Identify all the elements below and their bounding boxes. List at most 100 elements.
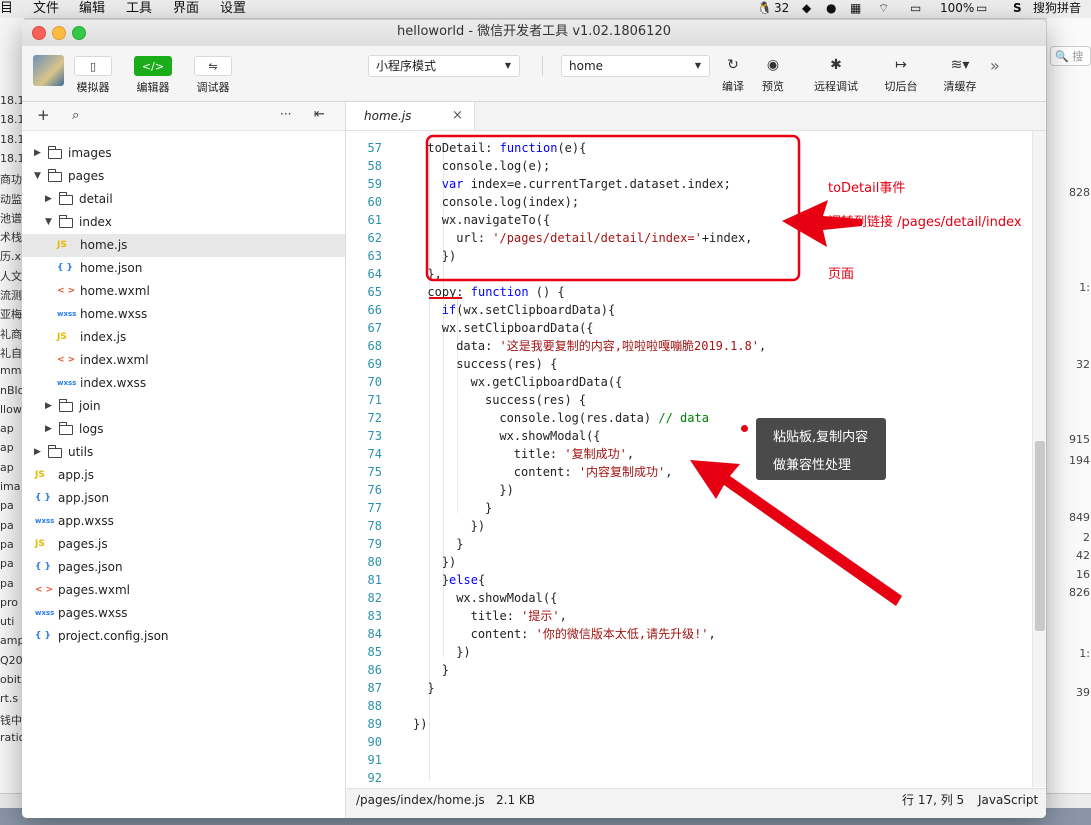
code-line[interactable]: success(res) {: [456, 355, 557, 373]
code-line[interactable]: wx.setClipboardData({: [442, 319, 594, 337]
compile-button[interactable]: ↻ 编译: [720, 54, 746, 94]
battery-icon[interactable]: ▭: [976, 0, 987, 17]
code-line[interactable]: toDetail: function(e){: [427, 139, 586, 157]
search-icon[interactable]: ⌕: [72, 108, 79, 123]
airplay-icon[interactable]: ▭: [910, 0, 921, 17]
preview-button[interactable]: ◉ 预览: [760, 54, 786, 94]
tree-item-detail[interactable]: ▶ detail: [22, 188, 345, 211]
code-line[interactable]: }: [456, 535, 463, 553]
mode-select[interactable]: 小程序模式 ▼: [368, 55, 520, 77]
sogou-icon[interactable]: S: [1013, 0, 1022, 17]
code-line[interactable]: console.log(index);: [442, 193, 579, 211]
debugger-button[interactable]: ⇋ 调试器: [193, 56, 233, 95]
ime-label[interactable]: 搜狗拼音: [1033, 0, 1081, 17]
editor-scrollbar[interactable]: [1032, 131, 1046, 787]
menu-settings[interactable]: 设置: [220, 0, 246, 17]
collapse-panel-icon[interactable]: ⇤: [314, 107, 325, 122]
code-line[interactable]: }: [485, 499, 492, 517]
code-line[interactable]: },: [427, 265, 441, 283]
tree-item-pages[interactable]: ▼ pages: [22, 165, 345, 188]
background-button[interactable]: ↦ 切后台: [882, 54, 920, 94]
tree-item-pages-json[interactable]: { } pages.json: [22, 556, 345, 579]
tree-item-project-config-json[interactable]: { } project.config.json: [22, 625, 345, 648]
tree-item-label: index.wxss: [80, 376, 147, 390]
code-line[interactable]: }else{: [442, 571, 485, 589]
keyboard-icon[interactable]: ▦: [850, 0, 861, 17]
code-line[interactable]: console.log(e);: [442, 157, 550, 175]
code-line[interactable]: if(wx.setClipboardData){: [442, 301, 615, 319]
tree-item-images[interactable]: ▶ images: [22, 142, 345, 165]
code-line[interactable]: content: '内容复制成功',: [514, 463, 673, 481]
code-line[interactable]: wx.showModal({: [499, 427, 600, 445]
tree-item-app-js[interactable]: JS app.js: [22, 464, 345, 487]
tree-item-home-json[interactable]: { } home.json: [22, 257, 345, 280]
avatar[interactable]: [33, 55, 64, 86]
status-position[interactable]: 行 17, 列 5: [902, 789, 964, 811]
code-line[interactable]: title: '提示',: [471, 607, 567, 625]
editor-button[interactable]: </> 编辑器: [133, 56, 173, 95]
code-line[interactable]: }): [456, 643, 470, 661]
code-line[interactable]: }): [499, 481, 513, 499]
code-line[interactable]: }: [427, 679, 434, 697]
scrollbar-thumb[interactable]: [1035, 441, 1045, 631]
tab-home-js[interactable]: home.js ×: [346, 102, 475, 130]
close-icon[interactable]: ×: [452, 102, 463, 130]
wifi-icon[interactable]: ⌔: [878, 0, 889, 17]
code-line[interactable]: wx.showModal({: [456, 589, 557, 607]
tree-item-join[interactable]: ▶ join: [22, 395, 345, 418]
chevron-down-icon[interactable]: ▼: [34, 165, 44, 188]
code-line[interactable]: wx.navigateTo({: [442, 211, 550, 229]
menu-view[interactable]: 界面: [173, 0, 199, 17]
tree-item-index-wxss[interactable]: wxss index.wxss: [22, 372, 345, 395]
code-line[interactable]: }): [442, 247, 456, 265]
code-line[interactable]: title: '复制成功',: [514, 445, 634, 463]
add-icon[interactable]: +: [37, 106, 50, 124]
tree-item-app-wxss[interactable]: wxss app.wxss: [22, 510, 345, 533]
qq-icon[interactable]: 🐧: [757, 0, 772, 17]
chevron-right-icon[interactable]: ▶: [45, 395, 55, 418]
code-line[interactable]: }): [442, 553, 456, 571]
more-options-icon[interactable]: ···: [280, 107, 291, 121]
tree-item-pages-wxss[interactable]: wxss pages.wxss: [22, 602, 345, 625]
menu-file[interactable]: 文件: [33, 0, 59, 17]
tree-item-home-wxss[interactable]: wxss home.wxss: [22, 303, 345, 326]
tree-item-pages-js[interactable]: JS pages.js: [22, 533, 345, 556]
elephant-icon[interactable]: ●: [826, 0, 836, 17]
chevron-right-icon[interactable]: ▶: [45, 188, 55, 211]
tree-item-logs[interactable]: ▶ logs: [22, 418, 345, 441]
tree-item-utils[interactable]: ▶ utils: [22, 441, 345, 464]
code-line[interactable]: }: [442, 661, 449, 679]
tree-item-index-js[interactable]: JS index.js: [22, 326, 345, 349]
chevron-down-icon[interactable]: ▼: [45, 211, 55, 234]
tree-item-app-json[interactable]: { } app.json: [22, 487, 345, 510]
remote-debug-button[interactable]: ✱ 远程调试: [811, 54, 861, 94]
code-line[interactable]: copy: function () {: [427, 283, 564, 301]
code-line[interactable]: }): [471, 517, 485, 535]
simulator-button[interactable]: ▯ 模拟器: [73, 56, 113, 95]
chevron-right-icon[interactable]: ▶: [45, 418, 55, 441]
tree-item-home-wxml[interactable]: < > home.wxml: [22, 280, 345, 303]
menu-item-0[interactable]: 目: [0, 0, 13, 17]
more-chevron-icon[interactable]: »: [990, 56, 1000, 75]
tree-item-pages-wxml[interactable]: < > pages.wxml: [22, 579, 345, 602]
menu-edit[interactable]: 编辑: [79, 0, 105, 17]
code-line[interactable]: success(res) {: [485, 391, 586, 409]
app-icon-1[interactable]: ◆: [802, 0, 811, 17]
tree-item-index-wxml[interactable]: < > index.wxml: [22, 349, 345, 372]
code-line[interactable]: content: '你的微信版本太低,请先升级!',: [471, 625, 716, 643]
code-line[interactable]: var index=e.currentTarget.dataset.index;: [442, 175, 731, 193]
page-select[interactable]: home ▼: [561, 55, 710, 77]
menu-tools[interactable]: 工具: [126, 0, 152, 17]
code-line[interactable]: }): [413, 715, 427, 733]
chevron-right-icon[interactable]: ▶: [34, 441, 44, 464]
code-line[interactable]: data: '这是我要复制的内容,啦啦啦嘎嘣脆2019.1.8',: [456, 337, 766, 355]
code-line[interactable]: wx.getClipboardData({: [471, 373, 623, 391]
tree-item-index[interactable]: ▼ index: [22, 211, 345, 234]
code-line[interactable]: url: '/pages/detail/detail/index='+index…: [456, 229, 752, 247]
line-number: 81: [367, 573, 382, 587]
code-line[interactable]: console.log(res.data) // data: [499, 409, 709, 427]
tree-item-home-js[interactable]: JS home.js: [22, 234, 345, 257]
chevron-right-icon[interactable]: ▶: [34, 142, 44, 165]
clear-cache-button[interactable]: ≋▾ 清缓存: [940, 54, 980, 94]
status-language[interactable]: JavaScript: [978, 789, 1038, 811]
